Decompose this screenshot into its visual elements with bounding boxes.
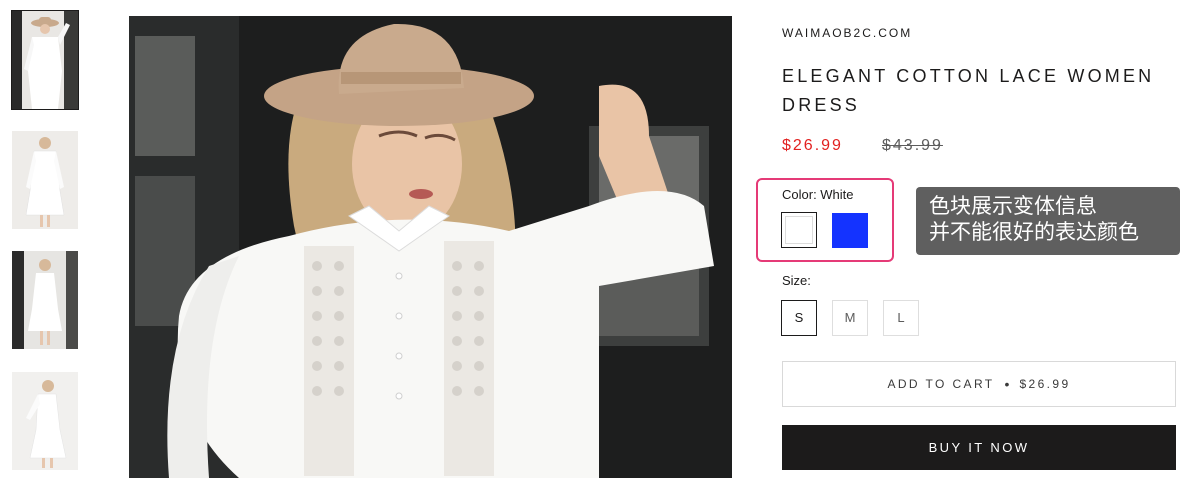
annotation-callout: 色块展示变体信息 并不能很好的表达颜色 xyxy=(916,187,1180,255)
dress-front-hat-image xyxy=(12,11,78,109)
add-to-cart-button[interactable]: ADD TO CART • $26.99 xyxy=(782,361,1176,407)
gallery-thumbnail-2[interactable] xyxy=(12,131,78,229)
gallery-thumbnail-1[interactable] xyxy=(11,10,79,110)
size-option-s[interactable]: S xyxy=(781,300,817,336)
size-option-m[interactable]: M xyxy=(832,300,868,336)
add-to-cart-label: ADD TO CART xyxy=(887,377,995,391)
add-to-cart-separator: • xyxy=(1004,376,1010,392)
sale-price: $26.99 xyxy=(782,137,843,154)
dress-back-view-image xyxy=(12,131,78,229)
swatch-fill-white xyxy=(785,216,813,244)
color-option-label: Color: White xyxy=(782,187,854,202)
buy-it-now-button[interactable]: BUY IT NOW xyxy=(782,425,1176,470)
gallery-thumbnail-4[interactable] xyxy=(12,372,78,470)
dress-outdoor-image xyxy=(12,372,78,470)
swatch-fill-blue xyxy=(832,213,868,248)
add-to-cart-price: $26.99 xyxy=(1019,377,1071,391)
annotation-line-1: 色块展示变体信息 xyxy=(929,194,1097,218)
size-option-l[interactable]: L xyxy=(883,300,919,336)
vendor-name[interactable]: WAIMAOB2C.COM xyxy=(782,26,912,40)
color-swatch-blue[interactable] xyxy=(832,212,868,248)
product-title: ELEGANT COTTON LACE WOMEN DRESS xyxy=(782,66,1155,115)
model-dress-photo xyxy=(129,16,732,478)
compare-at-price: $43.99 xyxy=(882,137,943,154)
gallery-thumbnail-3[interactable] xyxy=(12,251,78,349)
color-swatch-white[interactable] xyxy=(781,212,817,248)
dress-full-length-image xyxy=(12,251,78,349)
main-product-image[interactable] xyxy=(129,16,732,478)
product-page: WAIMAOB2C.COM ELEGANT COTTON LACE WOMEN … xyxy=(0,0,1200,478)
buy-it-now-label: BUY IT NOW xyxy=(928,440,1030,455)
size-option-label: Size: xyxy=(782,273,811,288)
annotation-line-2: 并不能很好的表达颜色 xyxy=(929,220,1139,244)
